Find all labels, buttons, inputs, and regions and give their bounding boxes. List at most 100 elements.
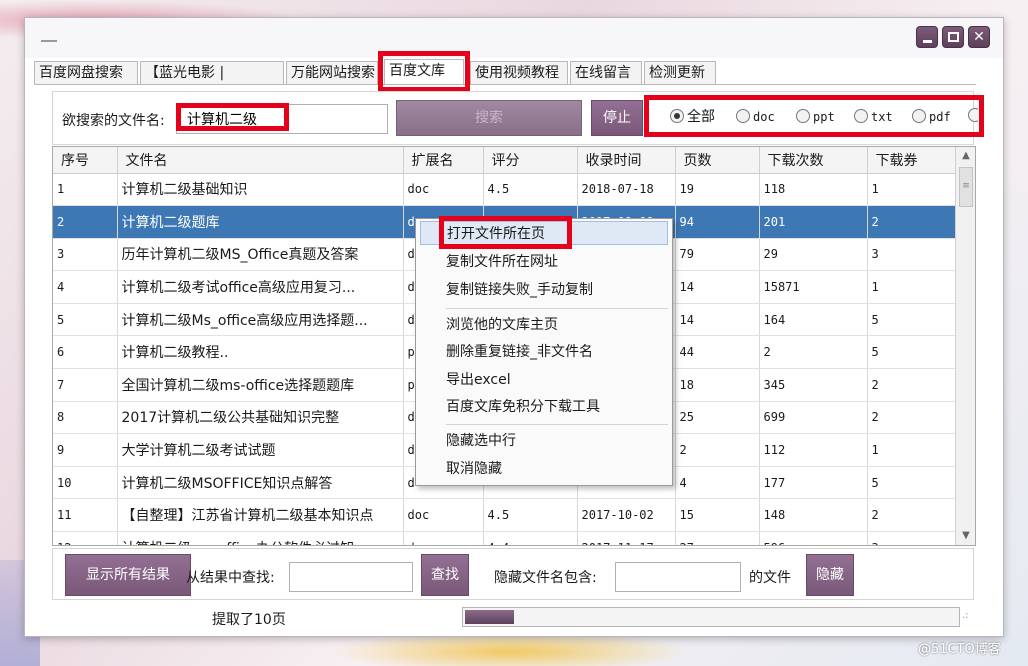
menu-item-browse-wenku-home[interactable]: 浏览他的文库主页: [446, 313, 558, 337]
menu-item-download-tool[interactable]: 百度文库免积分下载工具: [446, 395, 600, 419]
table-cell: 全国计算机二级ms-office选择题题库: [117, 368, 404, 402]
table-cell: doc: [403, 531, 484, 545]
table-cell: 5: [867, 335, 958, 370]
table-cell: 计算机二级Ms_office高级应用选择题...: [117, 303, 404, 337]
table-cell: 6: [53, 335, 118, 370]
table-cell: 9: [53, 433, 118, 467]
table-row[interactable]: 1 计算机二级基础知识 doc 4.5 2018-07-18 19 118 1: [53, 173, 958, 207]
table-cell: 27: [675, 531, 760, 545]
column-header[interactable]: 序号: [53, 147, 118, 174]
menu-item-copy-link-failed[interactable]: 复制链接失败_手动复制: [446, 278, 593, 302]
vertical-scrollbar[interactable]: ▲ ≡ ▼: [955, 147, 975, 545]
table-cell: 177: [759, 466, 868, 500]
table-cell: 15: [675, 498, 760, 533]
table-cell: 2017计算机二级公共基础知识完整: [117, 401, 404, 435]
table-cell: doc: [403, 498, 484, 533]
tab-universal-site-search[interactable]: 万能网站搜索: [286, 61, 378, 85]
hide-button[interactable]: 隐藏: [806, 554, 854, 596]
search-button[interactable]: 搜索: [396, 100, 582, 136]
menu-item-unhide[interactable]: 取消隐藏: [446, 457, 502, 481]
table-row[interactable]: 12计算机二级ms-office办公软件必过知...doc4.42017-11-…: [53, 531, 958, 545]
table-cell: 【自整理】江苏省计算机二级基本知识点: [117, 498, 404, 533]
column-header[interactable]: 下载次数: [759, 147, 868, 174]
table-cell: 2017-11-17: [577, 531, 676, 545]
tab-online-message[interactable]: 在线留言: [570, 61, 642, 85]
find-in-results-input[interactable]: [289, 562, 413, 592]
table-cell: 3: [53, 238, 118, 272]
menu-item-copy-file-url[interactable]: 复制文件所在网址: [446, 250, 558, 274]
table-cell: 1: [867, 270, 958, 304]
column-header[interactable]: 页数: [675, 147, 760, 174]
table-cell: 5: [867, 466, 958, 500]
close-icon: ✕: [973, 29, 985, 45]
table-row[interactable]: 11 【自整理】江苏省计算机二级基本知识点 doc 4.5 2017-10-02 15 14…: [53, 498, 958, 533]
table-cell: 2: [867, 498, 958, 533]
table-cell: 5: [867, 303, 958, 337]
table-cell: 2: [675, 433, 760, 467]
table-cell: 计算机二级MSOFFICE知识点解答: [117, 466, 404, 500]
table-cell: 596: [759, 531, 868, 545]
table-cell: 11: [53, 498, 118, 533]
table-cell: 4: [53, 270, 118, 304]
context-menu: 打开文件所在页 复制文件所在网址 复制链接失败_手动复制 浏览他的文库主页 删除…: [415, 218, 673, 486]
table-cell: 3: [867, 238, 958, 272]
table-cell: 2: [53, 205, 118, 239]
table-cell: 15871: [759, 270, 868, 304]
highlight-box-tab: [378, 51, 470, 92]
scroll-down-icon[interactable]: ▼: [956, 527, 975, 545]
close-button[interactable]: ✕: [968, 26, 990, 48]
table-cell: 14: [675, 270, 760, 304]
tab-divider: [34, 84, 976, 85]
progress-bar: [462, 607, 960, 627]
title-bar[interactable]: ✕: [25, 18, 1003, 58]
table-header: 序号 文件名 扩展名 评分 收录时间 页数 下载次数 下载券: [53, 147, 958, 174]
maximize-button[interactable]: [942, 26, 964, 48]
table-cell: 14: [675, 303, 760, 337]
menu-item-delete-duplicates[interactable]: 删除重复链接_非文件名: [446, 340, 593, 364]
table-cell: 1: [867, 173, 958, 207]
table-cell: 79: [675, 238, 760, 272]
table-cell: 44: [675, 335, 760, 370]
scroll-thumb[interactable]: ≡: [959, 167, 973, 207]
table-cell: 118: [759, 173, 868, 207]
tab-check-update[interactable]: 检测更新: [644, 61, 716, 85]
tab-video-tutorial[interactable]: 使用视频教程: [470, 61, 568, 85]
tab-bluray-movie[interactable]: 【蓝光电影 |: [140, 61, 284, 85]
table-cell: 201: [759, 205, 868, 239]
hide-label: 隐藏文件名包含:: [494, 570, 597, 586]
app-icon: [41, 40, 57, 42]
column-header[interactable]: 文件名: [117, 147, 404, 174]
menu-item-hide-selected[interactable]: 隐藏选中行: [446, 429, 516, 453]
tab-baidu-pan-search[interactable]: 百度网盘搜索: [34, 61, 138, 85]
table-cell: 计算机二级ms-office办公软件必过知...: [117, 531, 404, 545]
minimize-button[interactable]: [916, 26, 938, 48]
scroll-up-icon[interactable]: ▲: [956, 147, 975, 165]
minimize-icon: [923, 40, 932, 43]
menu-item-export-excel[interactable]: 导出excel: [446, 368, 511, 392]
highlight-box-filters: [644, 95, 984, 137]
table-cell: 4.5: [483, 173, 578, 207]
table-cell: doc: [403, 173, 484, 207]
highlight-box-menu-item: [439, 216, 572, 249]
hide-filename-input[interactable]: [615, 562, 741, 592]
resize-grip-icon[interactable]: .:: [962, 610, 969, 621]
column-header[interactable]: 扩展名: [403, 147, 484, 174]
table-cell: 大学计算机二级考试试题: [117, 433, 404, 467]
menu-separator: [446, 424, 668, 425]
table-cell: 2017-10-02: [577, 498, 676, 533]
table-cell: 7: [53, 368, 118, 402]
table-cell: 4: [675, 466, 760, 500]
table-cell: 10: [53, 466, 118, 500]
stop-button[interactable]: 停止: [591, 100, 643, 136]
table-cell: 计算机二级考试office高级应用复习...: [117, 270, 404, 304]
show-all-results-button[interactable]: 显示所有结果: [65, 554, 191, 596]
table-cell: 2: [759, 335, 868, 370]
table-cell: 历年计算机二级MS_Office真题及答案: [117, 238, 404, 272]
table-cell: 2: [867, 368, 958, 402]
column-header[interactable]: 评分: [483, 147, 578, 174]
column-header[interactable]: 下载券: [867, 147, 958, 174]
progress-fill: [465, 610, 514, 624]
find-button[interactable]: 查找: [421, 554, 469, 596]
status-text: 提取了10页: [212, 612, 286, 628]
column-header[interactable]: 收录时间: [577, 147, 676, 174]
